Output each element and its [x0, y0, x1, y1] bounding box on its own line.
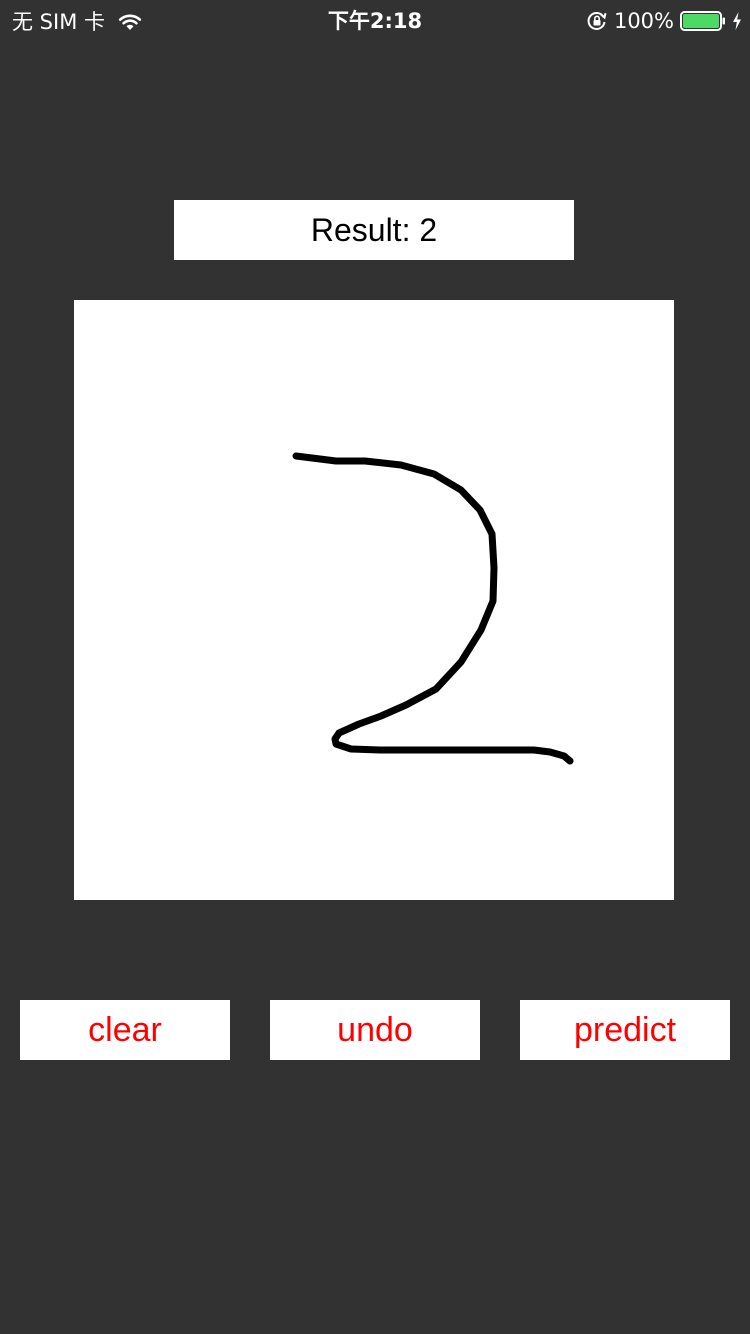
rotation-lock-icon: [586, 10, 608, 32]
status-right: 100%: [586, 7, 742, 35]
battery-percent: 100%: [613, 9, 674, 33]
result-label: Result: 2: [174, 200, 574, 260]
battery-icon: [680, 10, 726, 32]
drawing-canvas[interactable]: [74, 300, 674, 900]
status-bar: 无 SIM 卡 下午2:18 100%: [0, 0, 750, 40]
charging-bolt-icon: [732, 11, 742, 31]
clear-button[interactable]: clear: [20, 1000, 230, 1060]
predict-button[interactable]: predict: [520, 1000, 730, 1060]
digit-stroke: [292, 452, 574, 765]
undo-button[interactable]: undo: [270, 1000, 480, 1060]
drawing-surface[interactable]: [74, 300, 674, 900]
